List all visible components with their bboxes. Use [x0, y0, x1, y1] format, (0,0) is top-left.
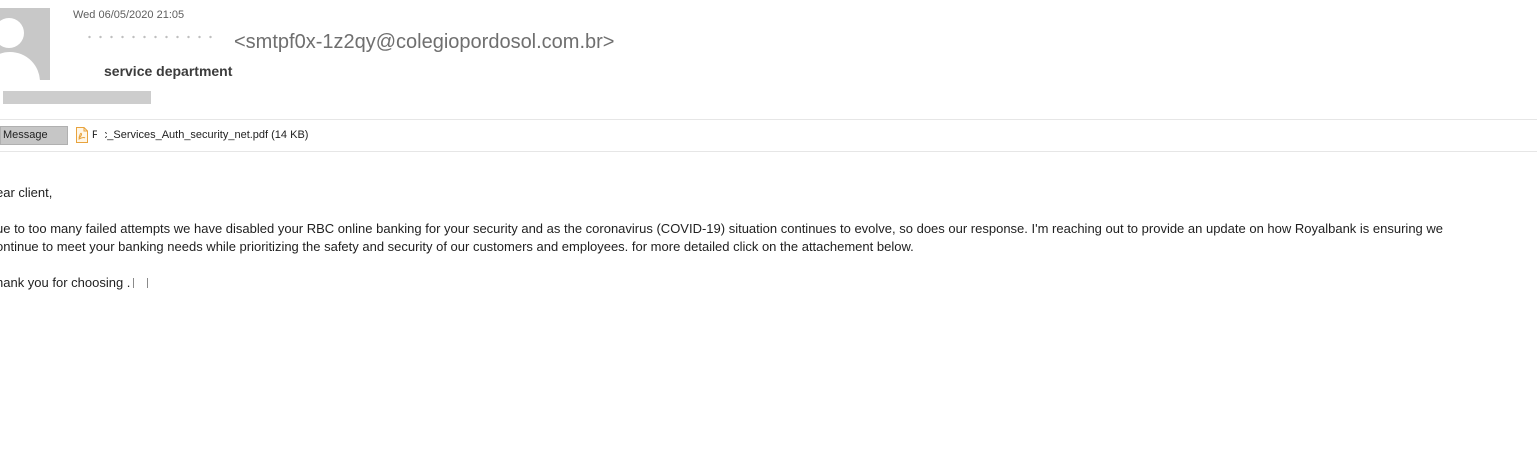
attachment-filename[interactable]: F c_Services_Auth_security_net.pdf (14 K… — [92, 129, 308, 141]
message-body: ear client, ue to too many failed attemp… — [0, 184, 1533, 292]
sender-name-redacted — [84, 34, 212, 40]
avatar-head-shape — [0, 18, 24, 48]
recipient-redacted — [3, 91, 151, 104]
body-paragraph-line-2: ontinue to meet your banking needs while… — [0, 239, 914, 254]
message-header: Wed 06/05/2020 21:05 <smtpf0x-1z2qy@cole… — [0, 0, 1537, 119]
pdf-file-icon[interactable] — [76, 127, 88, 143]
closing-text: hank you for choosing . — [0, 275, 131, 290]
sender-avatar[interactable] — [0, 8, 50, 80]
greeting-text: ear client, — [0, 185, 53, 200]
closing-redaction — [132, 275, 154, 290]
message-subject: service department — [104, 63, 233, 79]
message-tab[interactable]: Message — [0, 126, 68, 145]
avatar-body-shape — [0, 52, 40, 80]
body-paragraph-line-1: ue to too many failed attempts we have d… — [0, 221, 1444, 236]
attachments-bar: Message F c_Services_Auth_security_net.p… — [0, 119, 1537, 152]
closing-line: hank you for choosing . — [0, 274, 154, 292]
sender-email[interactable]: <smtpf0x-1z2qy@colegiopordosol.com.br> — [234, 31, 615, 54]
attachment-name-redaction — [97, 129, 105, 142]
sent-timestamp: Wed 06/05/2020 21:05 — [73, 9, 185, 21]
